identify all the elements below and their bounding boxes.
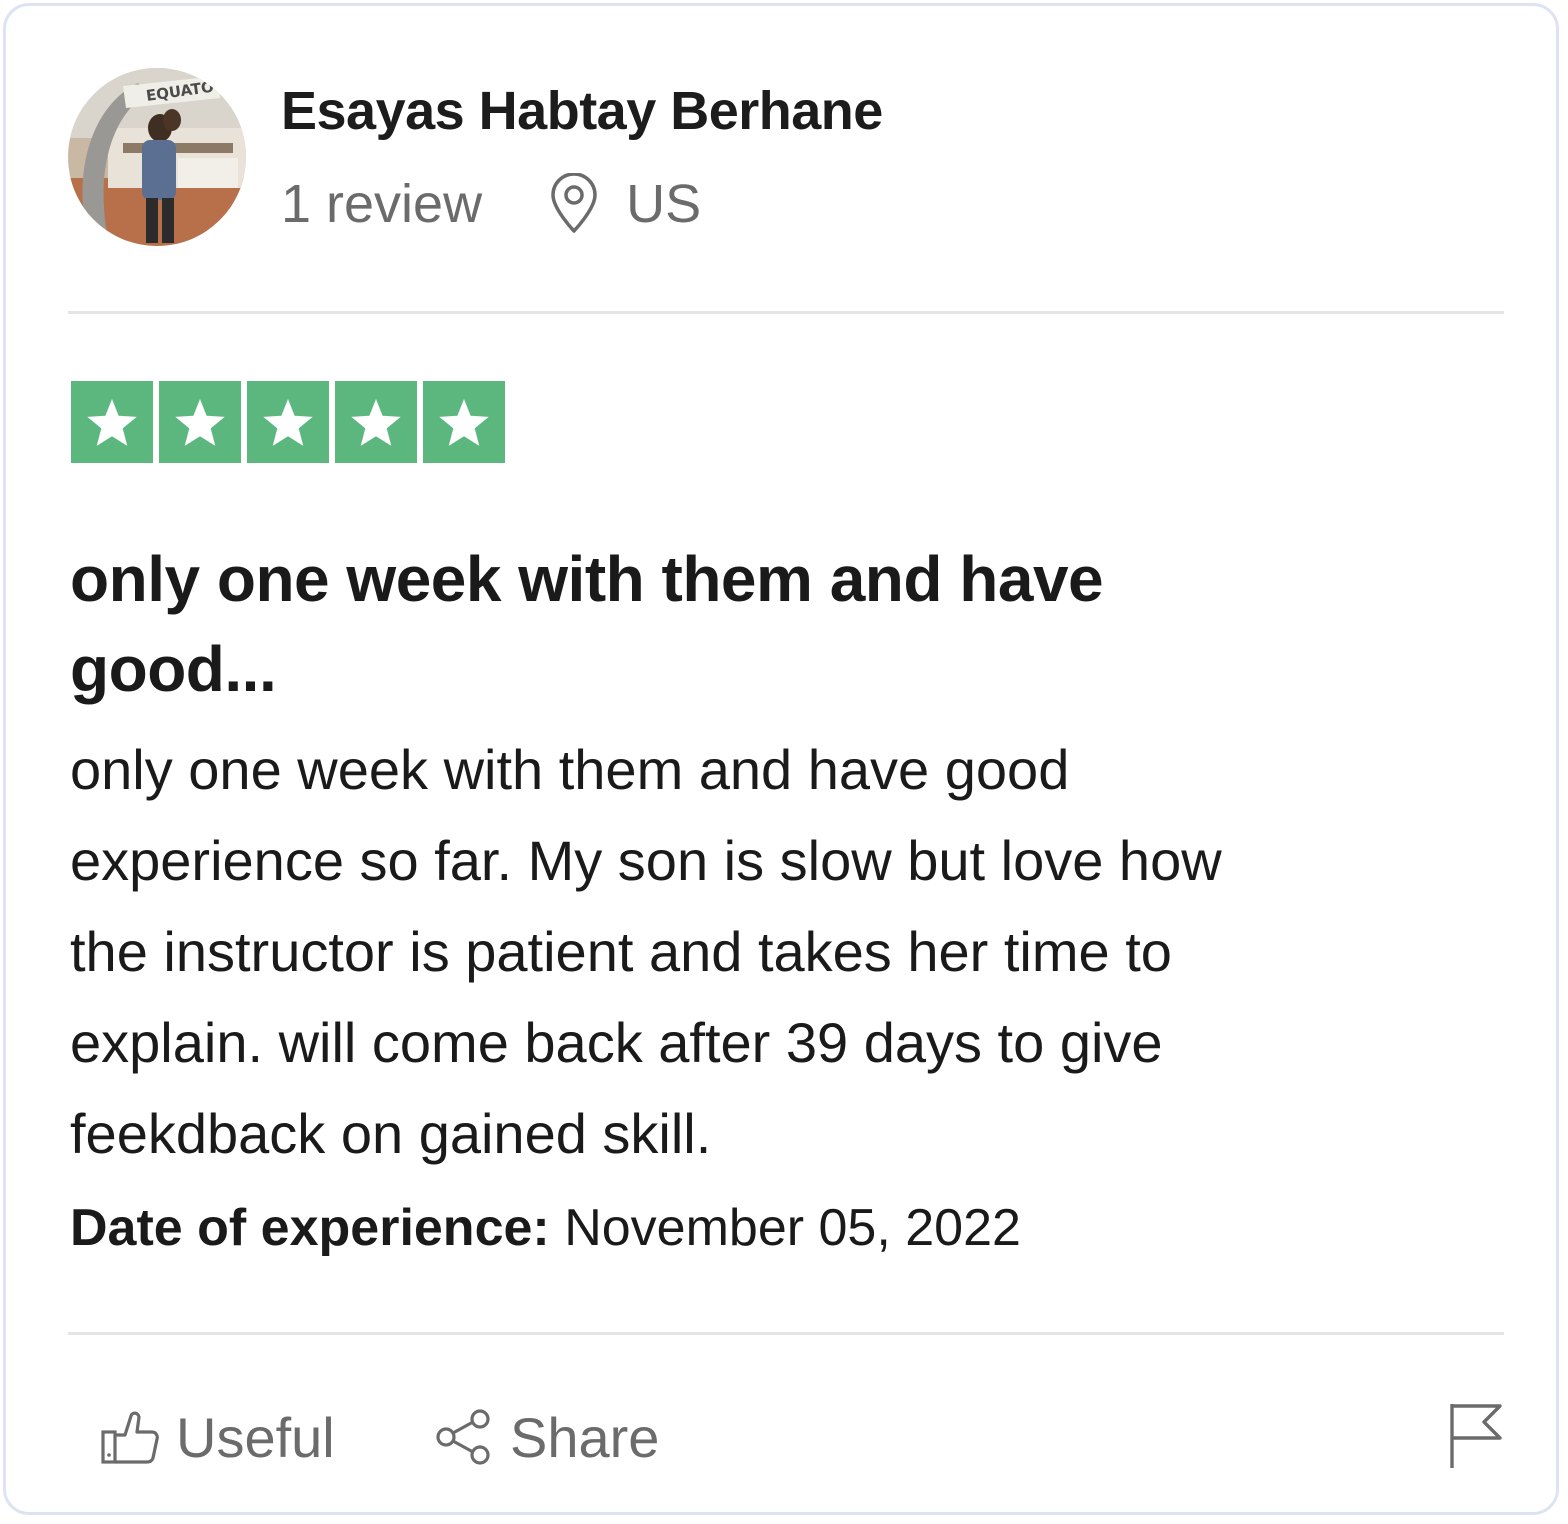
header-divider [68,311,1504,314]
star-icon [423,381,505,463]
review-body-line: only one week with them and have good [70,738,1070,801]
share-icon [434,1407,494,1467]
avatar-photo: EQUATO [68,68,246,246]
review-title[interactable]: only one week with them and have good... [70,534,1370,714]
date-of-experience: Date of experience: November 05, 2022 [70,1198,1021,1258]
star-icon [71,381,153,463]
thumbs-up-icon [100,1408,160,1466]
flag-icon [1450,1404,1502,1468]
share-button[interactable]: Share [434,1402,659,1472]
review-body-line: feekdback on gained skill. [70,1102,712,1165]
review-body-line: the instructor is patient and takes her … [70,920,1172,983]
review-body: only one week with them and have good ex… [70,724,1490,1179]
review-title-line: good... [70,633,277,705]
star-icon [159,381,241,463]
location-pin-icon [548,173,600,235]
date-label: Date of experience: [70,1199,550,1257]
date-value: November 05, 2022 [564,1199,1021,1257]
star-icon [247,381,329,463]
reviewer-avatar[interactable]: EQUATO [68,68,246,246]
star-icon [335,381,417,463]
reviewer-meta: 1 review US [281,172,701,236]
review-body-line: explain. will come back after 39 days to… [70,1011,1163,1074]
reviewer-country: US [626,174,702,234]
review-card: EQUATO Esayas Habtay Berhane 1 review US… [3,3,1559,1515]
review-body-line: experience so far. My son is slow but lo… [70,829,1222,892]
star-rating [71,381,505,463]
review-count: 1 review [281,174,483,234]
report-flag-button[interactable] [1446,1400,1506,1472]
footer-divider [68,1332,1504,1335]
share-label: Share [510,1405,660,1469]
useful-label: Useful [176,1405,335,1469]
useful-button[interactable]: Useful [100,1402,335,1472]
reviewer-name[interactable]: Esayas Habtay Berhane [281,80,883,142]
review-title-line: only one week with them and have [70,543,1104,615]
